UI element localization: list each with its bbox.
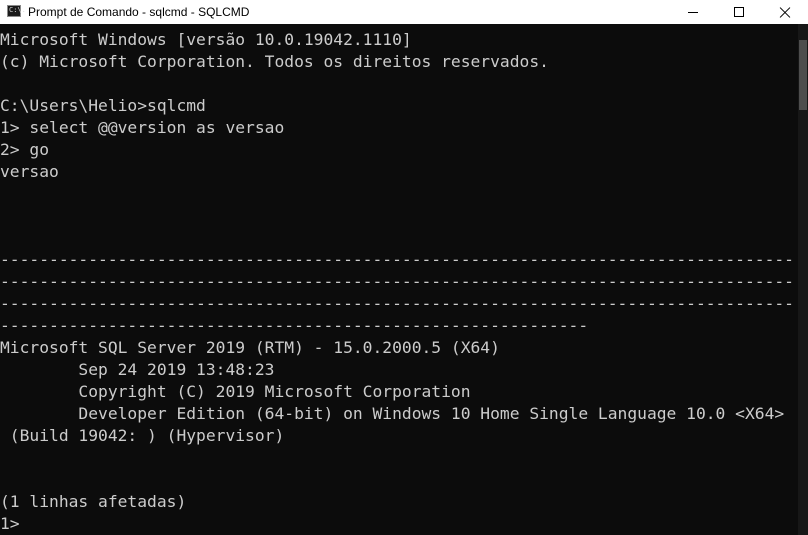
console-line: versao (0, 162, 59, 181)
console-line: ----------------------------------------… (0, 250, 794, 269)
maximize-button[interactable] (716, 0, 762, 24)
console-line: ----------------------------------------… (0, 316, 589, 335)
command-prompt-window: C:\. Prompt de Comando - sqlcmd - SQLCMD… (0, 0, 808, 535)
console-output[interactable]: Microsoft Windows [versão 10.0.19042.111… (0, 28, 798, 535)
console-line: (Build 19042: ) (Hypervisor) (0, 426, 285, 445)
console-line: Developer Edition (64-bit) on Windows 10… (0, 404, 785, 423)
console-line: Copyright (C) 2019 Microsoft Corporation (0, 382, 471, 401)
console-line: 1> (0, 514, 20, 533)
command-prompt-icon[interactable]: C:\. (7, 5, 26, 17)
console-line: (1 linhas afetadas) (0, 492, 187, 511)
app-icon-label: C:\. (9, 6, 26, 14)
minimize-button[interactable] (670, 0, 716, 24)
close-button[interactable] (762, 0, 808, 24)
title-bar[interactable]: C:\. Prompt de Comando - sqlcmd - SQLCMD (0, 0, 808, 24)
window-title: Prompt de Comando - sqlcmd - SQLCMD (28, 5, 250, 19)
scrollbar-thumb[interactable] (799, 40, 807, 110)
console-line: Microsoft SQL Server 2019 (RTM) - 15.0.2… (0, 338, 500, 357)
vertical-scrollbar[interactable] (798, 24, 808, 535)
console-line: Sep 24 2019 13:48:23 (0, 360, 275, 379)
console-line: ----------------------------------------… (0, 294, 794, 313)
console-line: 1> select @@version as versao (0, 118, 285, 137)
console-line: 2> go (0, 140, 50, 159)
console-line: Microsoft Windows [versão 10.0.19042.111… (0, 30, 412, 49)
console-line: C:\Users\Helio>sqlcmd (0, 96, 206, 115)
console-line: (c) Microsoft Corporation. Todos os dire… (0, 52, 549, 71)
console-line: ----------------------------------------… (0, 272, 794, 291)
